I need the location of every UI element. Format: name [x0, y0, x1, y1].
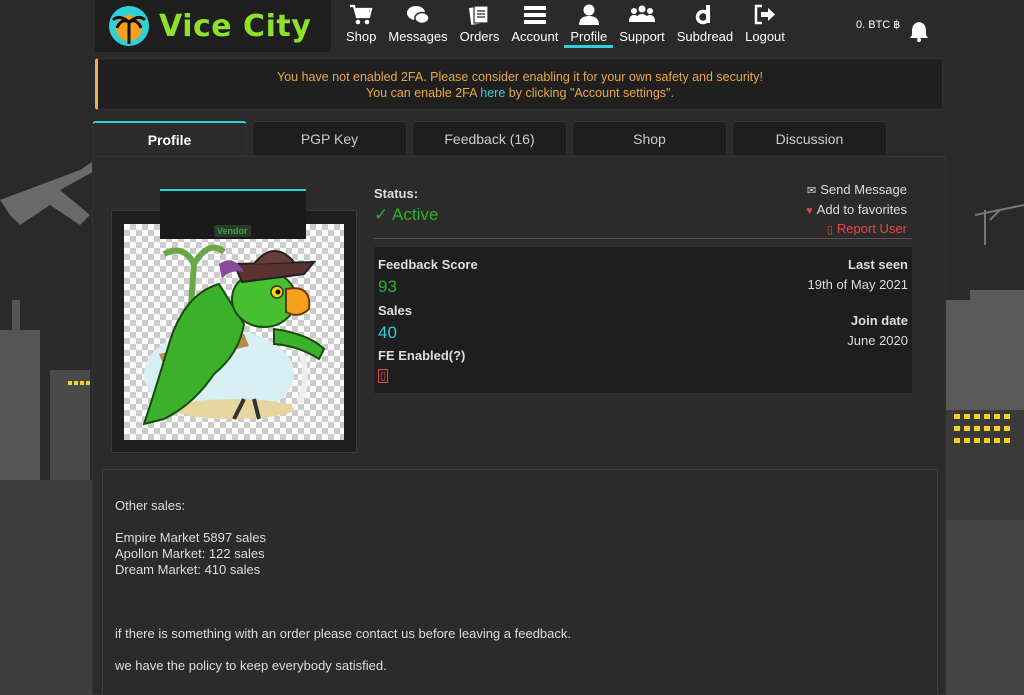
report-icon: ▯ [826, 224, 833, 236]
desc-line: we have the policy to keep everybody sat… [115, 658, 387, 673]
alert-line-2: You can enable 2FA here by clicking "Acc… [98, 85, 942, 101]
profile-panel: Vendor Status: ✓ Active ✉ Send Message ♥ A… [92, 156, 946, 695]
send-message-button[interactable]: ✉ Send Message [806, 181, 907, 201]
menu-icon [523, 2, 547, 28]
nav-account[interactable]: Account [505, 0, 564, 48]
user-icon [577, 2, 601, 28]
nav-label: Account [511, 29, 559, 44]
vendor-description: Other sales: Empire Market 5897 sales Ap… [102, 469, 938, 695]
nav-support[interactable]: Support [613, 0, 671, 48]
fe-status-icon: ▯ [378, 369, 388, 383]
divider [374, 238, 912, 239]
tab-pgp-key[interactable]: PGP Key [252, 121, 407, 155]
dread-icon [693, 2, 717, 28]
nav-logout[interactable]: Logout [739, 0, 791, 48]
sales-value: 40 [378, 323, 397, 342]
main-nav: Shop Messages Orders Account Profile Sup… [340, 0, 791, 50]
stats-box: Feedback Score 93 Sales 40 FE Enabled(?)… [374, 247, 912, 393]
enable-2fa-link[interactable]: here [480, 86, 505, 100]
nav-label: Support [619, 29, 665, 44]
nav-messages[interactable]: Messages [382, 0, 453, 48]
tab-feedback[interactable]: Feedback (16) [412, 121, 567, 155]
nav-label: Subdread [676, 29, 734, 44]
nav-label: Shop [346, 29, 377, 44]
twofa-alert: You have not enabled 2FA. Please conside… [95, 58, 943, 110]
brand-name: Vice City [159, 8, 312, 44]
orders-icon [467, 2, 491, 28]
add-favorites-label: Add to favorites [816, 201, 907, 217]
nav-label: Logout [745, 29, 785, 44]
nav-subdread[interactable]: Subdread [671, 0, 739, 48]
bell-icon[interactable] [908, 20, 930, 47]
profile-tabs: Profile PGP Key Feedback (16) Shop Discu… [92, 121, 892, 157]
desc-line: Apollon Market: 122 sales [115, 546, 265, 561]
vendor-card: Vendor [160, 189, 306, 239]
status-label: Status: [374, 186, 419, 201]
site-logo[interactable]: Vice City [95, 0, 331, 52]
vendor-badge: Vendor [214, 225, 251, 237]
envelope-icon: ✉ [807, 185, 817, 197]
desc-line: Other sales: [115, 498, 186, 513]
alert-line-1: You have not enabled 2FA. Please conside… [277, 70, 763, 84]
last-seen-value: 19th of May 2021 [807, 277, 908, 292]
desc-line: Empire Market 5897 sales [115, 530, 267, 545]
report-user-button[interactable]: ▯ Report User [806, 220, 907, 240]
profile-actions: ✉ Send Message ♥ Add to favorites ▯ Report … [806, 181, 907, 240]
tab-profile[interactable]: Profile [92, 121, 247, 157]
tab-shop[interactable]: Shop [572, 121, 727, 155]
nav-profile[interactable]: Profile [564, 0, 614, 48]
report-user-label: Report User [836, 221, 907, 236]
tab-discussion[interactable]: Discussion [732, 121, 887, 155]
parrot-image [142, 244, 326, 426]
join-date-label: Join date [850, 313, 908, 328]
add-favorites-button[interactable]: ♥ Add to favorites [806, 201, 907, 221]
fe-enabled-label[interactable]: FE Enabled(?) [378, 348, 465, 363]
desc-line: Dream Market: 410 sales [115, 562, 261, 577]
sales-label: Sales [378, 303, 412, 318]
nav-shop[interactable]: Shop [340, 0, 382, 48]
status-value: ✓ Active [374, 205, 439, 224]
feedback-score-value: 93 [378, 277, 397, 296]
wallet-balance[interactable]: 0. BTC ฿ [856, 18, 900, 31]
logout-icon [753, 2, 777, 28]
avatar-frame [111, 210, 357, 453]
alert-text: by clicking "Account settings". [505, 86, 674, 100]
nav-label: Profile [570, 29, 608, 44]
heart-icon: ♥ [806, 204, 813, 217]
palm-logo-icon [109, 6, 149, 46]
last-seen-label: Last seen [848, 257, 908, 272]
nav-orders[interactable]: Orders [454, 0, 506, 48]
nav-label: Orders [459, 29, 500, 44]
send-message-label: Send Message [820, 182, 907, 197]
group-icon [628, 2, 655, 28]
desc-line: if there is something with an order plea… [115, 626, 571, 641]
alert-text: You can enable 2FA [366, 86, 481, 100]
feedback-score-label: Feedback Score [378, 257, 478, 272]
chat-icon [406, 2, 430, 28]
nav-label: Messages [388, 29, 448, 44]
cart-icon [349, 2, 373, 28]
avatar [124, 224, 344, 440]
join-date-value: June 2020 [847, 333, 908, 348]
